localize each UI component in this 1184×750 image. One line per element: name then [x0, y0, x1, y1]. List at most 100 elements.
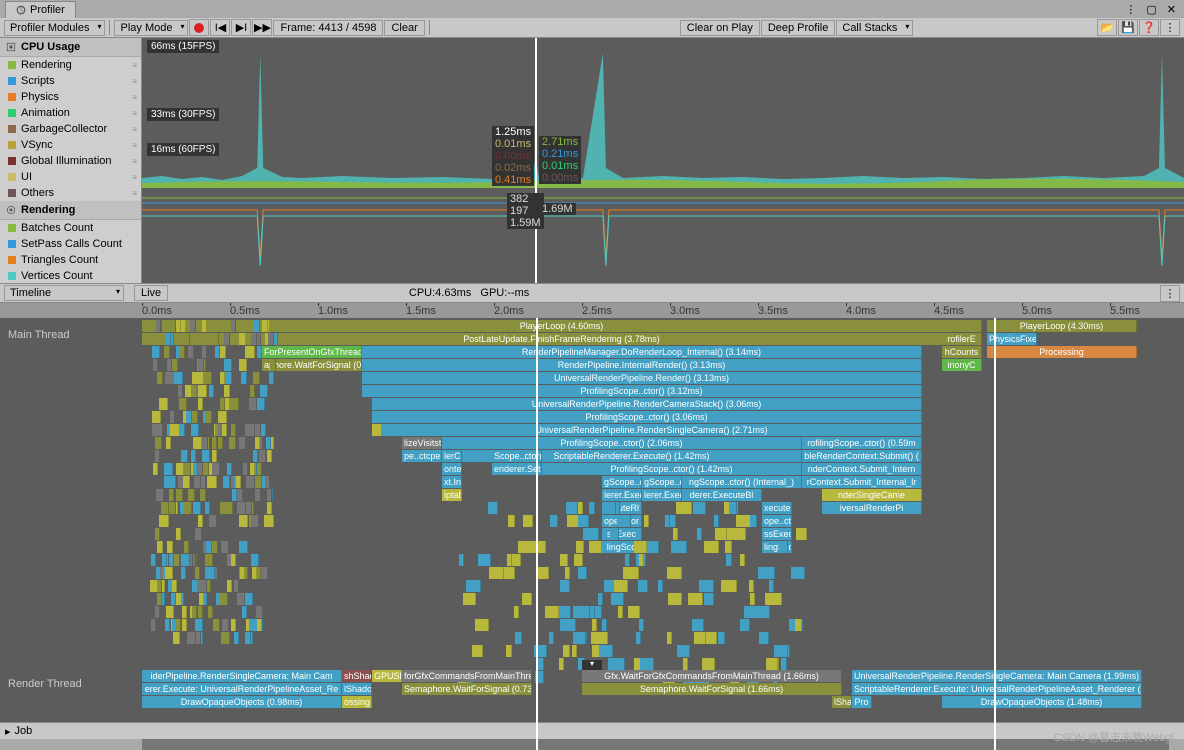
cat-Animation[interactable]: Animation≡ [0, 105, 141, 121]
flame-block[interactable]: GPUSki [372, 670, 402, 682]
call-stacks-dropdown[interactable]: Call Stacks [836, 20, 913, 36]
deep-profile-button[interactable]: Deep Profile [761, 20, 836, 36]
cat-Scripts[interactable]: Scripts≡ [0, 73, 141, 89]
timeline-view[interactable]: Main Thread PlayerLoop (4.60ms)PlayerLoo… [0, 318, 1184, 750]
flame-block[interactable]: RenderPipeline.InternalRender() (3.13ms) [362, 359, 922, 371]
flame-block[interactable]: nderSingleCame [822, 489, 922, 501]
close-icon[interactable]: ✕ [1163, 3, 1180, 16]
expand-icon[interactable]: ▸ [5, 725, 11, 738]
flame-block[interactable]: lerContext [442, 450, 462, 462]
flame-block[interactable]: Processing [987, 346, 1137, 358]
flame-block[interactable]: gScope..ctor() ( [602, 476, 642, 488]
maximize-icon[interactable]: ▢ [1142, 3, 1160, 16]
cat-Others[interactable]: Others≡ [0, 185, 141, 201]
flame-block[interactable]: rContext.Submit_Internal_lr [802, 476, 922, 488]
flame-block[interactable]: xt.Internal [442, 476, 462, 488]
prev-frame-button[interactable]: I◀ [210, 19, 230, 36]
flame-block[interactable]: lShadow [832, 696, 852, 708]
flame-block[interactable]: derer.ExecuteBl [682, 489, 762, 501]
next-frame-button[interactable]: ▶I [231, 19, 251, 36]
help-icon[interactable]: ❓ [1139, 19, 1159, 36]
flame-block[interactable]: Gfx.WaitForGfxCommandsFromMainThread (1.… [582, 670, 842, 682]
cat-SetPass Calls Count[interactable]: SetPass Calls Count [0, 236, 141, 252]
flame-block[interactable]: iptable (0 [442, 489, 462, 501]
cat-UI[interactable]: UI≡ [0, 169, 141, 185]
flame-block[interactable]: ProfilingScope..ctor() (1.42ms) [542, 463, 802, 475]
flame-block[interactable]: UniversalRenderPipeline.RenderCameraStac… [372, 398, 922, 410]
flame-block[interactable]: erer.Execute: UniversalRenderPipelineAss… [142, 683, 342, 695]
flame-block[interactable]: gScope..ctor() ( [642, 476, 682, 488]
flame-block[interactable] [372, 424, 382, 436]
cat-Vertices Count[interactable]: Vertices Count [0, 268, 141, 283]
job-section[interactable]: ▸ Job [0, 722, 1184, 739]
flame-block[interactable]: hCounts [942, 346, 982, 358]
live-button[interactable]: Live [134, 285, 168, 301]
flame-block[interactable]: ProfilingScope..ctor() (3.12ms) [362, 385, 922, 397]
load-icon[interactable]: 📂 [1097, 19, 1117, 36]
flame-block[interactable]: lerer.ExecuteB [602, 489, 642, 501]
flame-block[interactable]: Semaphore.WaitForSignal (1.66ms) [582, 683, 842, 695]
flame-block[interactable]: ssExec [602, 528, 642, 540]
flame-block[interactable]: UniversalRenderPipeline.RenderSingleCame… [382, 424, 922, 436]
profiler-tab[interactable]: Profiler [5, 1, 76, 18]
expand-handle[interactable]: ▾ [582, 660, 602, 670]
flame-block[interactable]: iversalRenderPi [822, 502, 922, 514]
flame-block[interactable]: bleRenderContext.Submit() ( [802, 450, 922, 462]
flame-block[interactable]: forGfxCommandsFromMainThread [402, 670, 532, 682]
flame-block[interactable]: pe..ctcpe..ctc [402, 450, 442, 462]
flame-block[interactable]: ssExec [762, 528, 792, 540]
timeline-dropdown[interactable]: Timeline [4, 285, 124, 301]
flame-block[interactable]: ForPresentOnGfxThread [262, 346, 362, 358]
flame-block[interactable]: RenderPipelineManager.DoRenderLoop_Inter… [362, 346, 922, 358]
flame-block[interactable]: iderPipeline.RenderSingleCamera: Main Ca… [142, 670, 342, 682]
flame-block[interactable]: ontext.Inte [442, 463, 462, 475]
flame-block[interactable]: ope..ctor [762, 515, 792, 527]
cat-Rendering[interactable]: Rendering≡ [0, 57, 141, 73]
cat-Triangles Count[interactable]: Triangles Count [0, 252, 141, 268]
current-frame-button[interactable]: ▶▶ [252, 19, 272, 36]
flame-block[interactable]: ngScope..ctor() (Internal_) [682, 476, 802, 488]
flame-block[interactable]: Semaphore.WaitForSignal (0.73ms [402, 683, 532, 695]
flame-block[interactable]: enderer.Setup [492, 463, 542, 475]
cat-Batches Count[interactable]: Batches Count [0, 220, 141, 236]
flame-block[interactable]: ProfilingScope..ctor() (2.06ms) [442, 437, 802, 449]
horizontal-scrollbar[interactable] [0, 739, 1184, 750]
flame-block[interactable]: aphore.WaitForSignal (0.5 [262, 359, 362, 371]
options-icon[interactable]: ⋮ [1160, 19, 1180, 36]
flame-block[interactable]: DrawOpaqueObjects (1.48ms) [942, 696, 1142, 708]
flame-block[interactable]: ProfilingScope..ctor() (3.06ms) [372, 411, 922, 423]
time-ruler[interactable]: 0.0ms0.5ms1.0ms1.5ms2.0ms2.5ms3.0ms3.5ms… [0, 303, 1184, 318]
options-icon[interactable]: ⋮ [1160, 285, 1180, 302]
cat-Physics[interactable]: Physics≡ [0, 89, 141, 105]
flame-block[interactable]: lerer.ExecuteBl [642, 489, 682, 501]
flame-block[interactable]: rofilerE [942, 333, 982, 345]
clear-button[interactable]: Clear [384, 20, 424, 36]
record-button[interactable] [189, 19, 209, 36]
menu-icon[interactable]: ⋮ [1121, 3, 1140, 16]
profiler-modules-dropdown[interactable]: Profiler Modules [4, 20, 105, 36]
cpu-chart[interactable]: 66ms (15FPS) 33ms (30FPS) 16ms (60FPS) 1… [142, 38, 1184, 283]
scrubber-line[interactable] [535, 38, 537, 283]
flame-block[interactable]: lShado [342, 683, 372, 695]
flame-block[interactable]: DrawOpaqueObjects (0.98ms) [142, 696, 342, 708]
flame-block[interactable]: Scope..ctor() ( [492, 450, 542, 462]
flame-block[interactable]: ScriptableRenderer.Execute: UniversalRen… [852, 683, 1142, 695]
flame-block[interactable]: Pro [852, 696, 872, 708]
flame-block[interactable]: shShado [342, 670, 372, 682]
flame-block[interactable]: ossing [342, 696, 372, 708]
cpu-usage-header[interactable]: CPU Usage [0, 38, 141, 57]
cat-Global Illumination[interactable]: Global Illumination≡ [0, 153, 141, 169]
flame-block[interactable]: UniversalRenderPipeline.RenderSingleCame… [852, 670, 1142, 682]
cat-GarbageCollector[interactable]: GarbageCollector≡ [0, 121, 141, 137]
rendering-header[interactable]: Rendering [0, 201, 141, 220]
flame-block[interactable]: PlayerLoop (4.30ms) [987, 320, 1137, 332]
save-icon[interactable]: 💾 [1118, 19, 1138, 36]
flame-block[interactable]: UniversalRenderPipeline.Render() (3.13ms… [362, 372, 922, 384]
cat-VSync[interactable]: VSync≡ [0, 137, 141, 153]
flame-block[interactable]: inonyC [942, 359, 982, 371]
flame-block[interactable]: rofilingScope..ctor() (0.59m [802, 437, 922, 449]
clear-on-play-button[interactable]: Clear on Play [680, 20, 760, 36]
flame-block[interactable]: lizeVisitstI [402, 437, 442, 449]
play-mode-dropdown[interactable]: Play Mode [114, 20, 188, 36]
flame-block[interactable]: nderContext.Submit_Intern [802, 463, 922, 475]
